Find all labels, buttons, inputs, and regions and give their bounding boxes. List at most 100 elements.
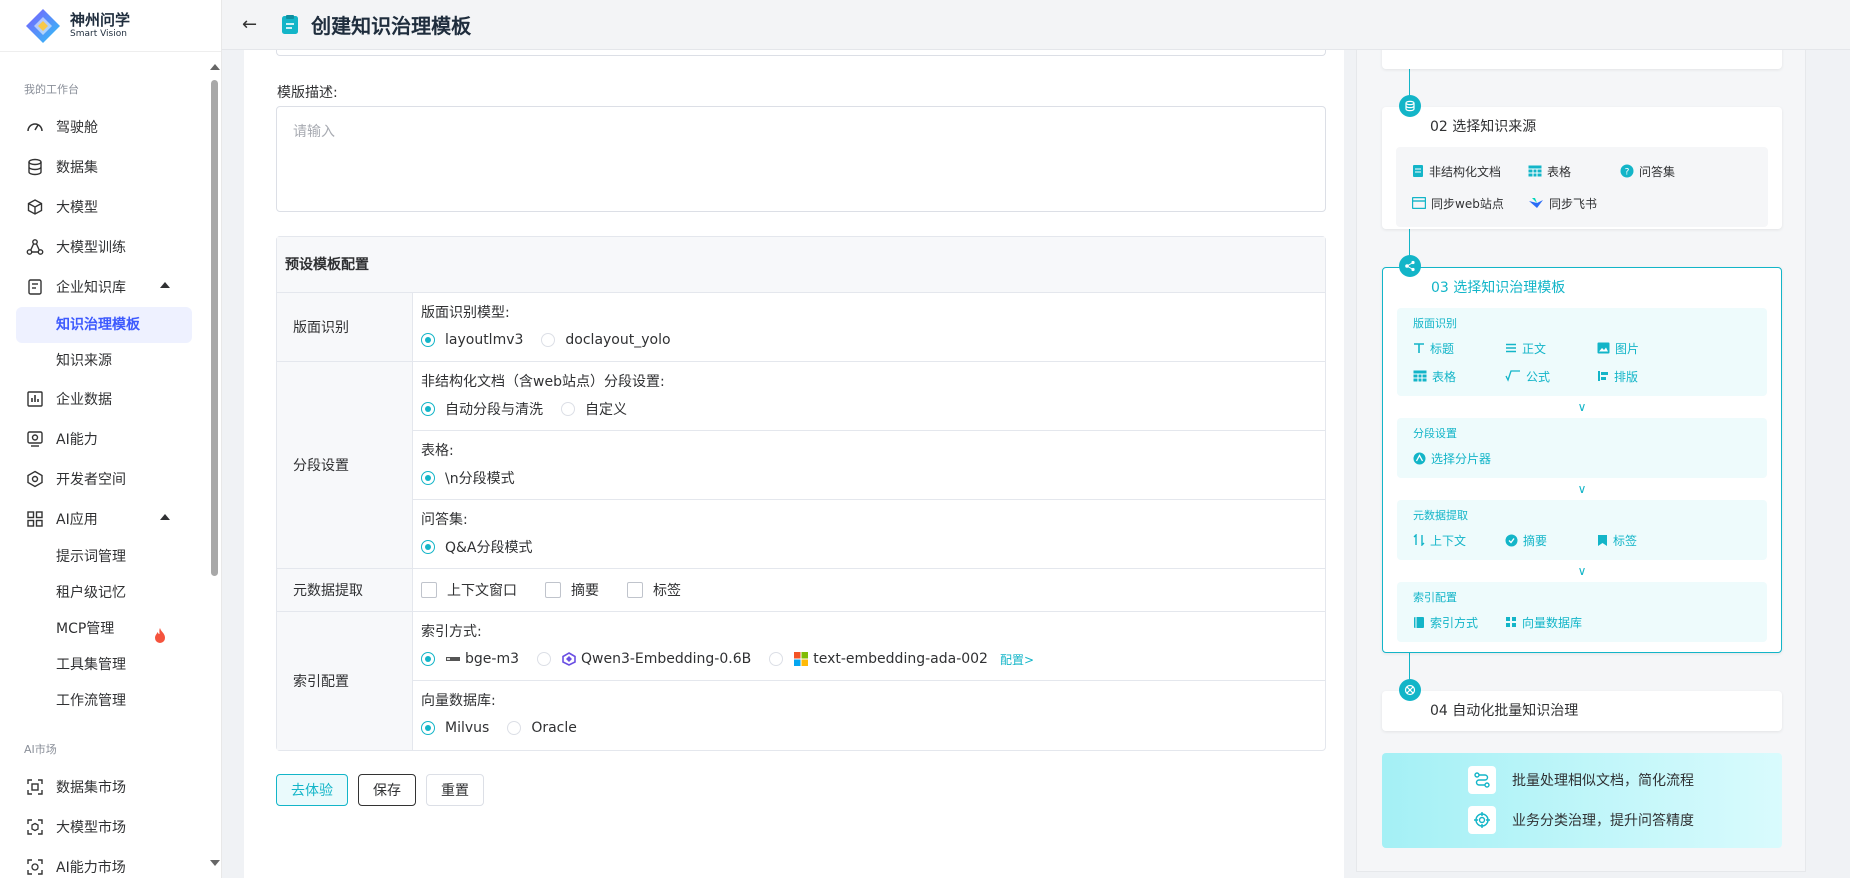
template-form: 模版描述: 请输入 预设模板配置 版面识别 版面识别模型: layoutlmv3… xyxy=(244,50,1344,878)
nav-item-enterprise-kb[interactable]: 企业知识库 xyxy=(0,267,206,307)
checkbox-context-window[interactable]: 上下文窗口 xyxy=(421,580,517,600)
nav-item-developer-space[interactable]: 开发者空间 xyxy=(0,459,206,499)
radio-doclayout-yolo[interactable]: doclayout_yolo xyxy=(541,332,671,348)
config-link[interactable]: 配置> xyxy=(1000,651,1034,668)
nav-sub-governance-template[interactable]: 知识治理模板 xyxy=(16,307,192,343)
metadata-label: 元数据提取 xyxy=(277,569,413,611)
sidebar: 神州问学 Smart Vision 我的工作台 驾驶舱 数据集 大模型 大模型训… xyxy=(0,0,222,878)
radio-checked-icon xyxy=(421,721,435,735)
radio-unchecked-icon xyxy=(561,402,575,416)
nav-item-dataset-market[interactable]: 数据集市场 xyxy=(0,767,206,807)
nav-sub-knowledge-source[interactable]: 知识来源 xyxy=(0,343,206,379)
nav-item-label: 企业数据 xyxy=(56,392,112,408)
index-label: 索引配置 xyxy=(277,612,413,750)
radio-label: 自定义 xyxy=(585,402,627,418)
radio-custom-segment[interactable]: 自定义 xyxy=(561,399,627,419)
source-web: 同步web站点 xyxy=(1412,187,1528,219)
radio-bge-m3[interactable]: bge-m3 xyxy=(421,651,519,667)
radio-label: bge-m3 xyxy=(465,651,519,667)
document-icon xyxy=(281,14,299,35)
scroll-down-icon[interactable] xyxy=(210,860,220,866)
radio-checked-icon xyxy=(421,652,435,666)
nav-sub-mcp-mgmt[interactable]: MCP管理 xyxy=(0,611,206,647)
scroll-up-icon[interactable] xyxy=(210,64,220,70)
summary-icon xyxy=(1505,534,1518,546)
sort-arrows-icon xyxy=(1413,534,1425,546)
promo-item-batch: 批量处理相似文档，简化流程 xyxy=(1468,766,1694,794)
reset-button[interactable]: 重置 xyxy=(426,774,484,806)
nav-item-label: 开发者空间 xyxy=(56,472,126,488)
svg-text:?: ? xyxy=(1625,168,1630,178)
promo-banner: 批量处理相似文档，简化流程 业务分类治理，提升问答精度 xyxy=(1382,753,1782,848)
nav-item-ai-capability[interactable]: AI能力 xyxy=(0,419,206,459)
radio-checked-icon xyxy=(421,333,435,347)
checkbox-label: 上下文窗口 xyxy=(447,583,517,599)
nav-sub-prompt-mgmt[interactable]: 提示词管理 xyxy=(0,539,206,575)
back-arrow-icon[interactable]: ← xyxy=(242,14,257,35)
nav-item-label: 企业知识库 xyxy=(56,280,126,296)
page-title: 创建知识治理模板 xyxy=(311,14,472,38)
checkbox-summary[interactable]: 摘要 xyxy=(545,580,599,600)
chart-icon xyxy=(26,390,44,408)
dashboard-icon xyxy=(26,118,44,136)
source-qa: ? 问答集 xyxy=(1620,155,1712,187)
collapse-caret-icon[interactable] xyxy=(160,282,170,288)
nav-item-ai-market[interactable]: AI能力市场 xyxy=(0,847,206,878)
source-feishu: 同步飞书 xyxy=(1528,187,1620,219)
description-textarea[interactable]: 请输入 xyxy=(276,106,1326,212)
step-3-card[interactable]: 03 选择知识治理模板 版面识别 标题 正文 图片 表格 公式 排版 ∨ 分段设… xyxy=(1382,267,1782,653)
collapse-caret-icon[interactable] xyxy=(160,514,170,520)
ai-capability-icon xyxy=(26,430,44,448)
radio-qwen3-embedding[interactable]: Qwen3-Embedding-0.6B xyxy=(536,651,751,667)
previous-input-edge[interactable] xyxy=(276,50,1326,56)
radio-layoutlmv3[interactable]: layoutlmv3 xyxy=(421,332,523,348)
radio-unchecked-icon xyxy=(507,721,522,735)
meta-summary-item: 摘要 xyxy=(1505,526,1597,554)
nav-item-cockpit[interactable]: 驾驶舱 xyxy=(0,107,206,147)
checkbox-tag[interactable]: 标签 xyxy=(627,580,681,600)
text-lines-icon xyxy=(1506,343,1516,353)
nav-item-label: 数据集 xyxy=(56,160,98,176)
nav-item-llm-training[interactable]: 大模型训练 xyxy=(0,227,206,267)
segment-label: 分段设置 xyxy=(277,362,413,568)
nav-item-llm[interactable]: 大模型 xyxy=(0,187,206,227)
splitter-icon xyxy=(1413,452,1426,464)
nav-item-enterprise-data[interactable]: 企业数据 xyxy=(0,379,206,419)
radio-newline-segment[interactable]: \n分段模式 xyxy=(421,468,515,488)
meta-context-item: 上下文 xyxy=(1413,526,1505,554)
nav-item-dataset[interactable]: 数据集 xyxy=(0,147,206,187)
index-row: 索引配置 索引方式: bge-m3 Qwen3-Embedding-0.6B t… xyxy=(277,612,1325,750)
nav-sub-workflow-mgmt[interactable]: 工作流管理 xyxy=(0,683,206,719)
step-4-card[interactable]: 04 自动化批量知识治理 xyxy=(1382,691,1782,731)
save-button[interactable]: 保存 xyxy=(358,774,416,806)
radio-milvus[interactable]: Milvus xyxy=(421,720,489,736)
browser-icon xyxy=(1412,197,1426,209)
nav-item-label: 驾驶舱 xyxy=(56,120,98,136)
qa-segment-label: 问答集: xyxy=(421,512,468,528)
nav-sub-tenant-memory[interactable]: 租户级记忆 xyxy=(0,575,206,611)
unstructured-segment-label: 非结构化文档（含web站点）分段设置: xyxy=(421,374,665,390)
layout-table-item: 表格 xyxy=(1413,362,1505,390)
nav-item-model-market[interactable]: 大模型市场 xyxy=(0,807,206,847)
layout-image-item: 图片 xyxy=(1597,334,1689,362)
layout-formula-item: 公式 xyxy=(1505,362,1597,390)
sidebar-scroll-thumb[interactable] xyxy=(211,80,218,576)
nav-item-label: 大模型训练 xyxy=(56,240,126,256)
apps-grid-icon xyxy=(26,510,44,528)
qwen-logo-icon xyxy=(562,652,576,666)
nav-item-ai-apps[interactable]: AI应用 xyxy=(0,499,206,539)
try-button[interactable]: 去体验 xyxy=(276,774,348,806)
target-icon xyxy=(1468,806,1496,834)
radio-auto-segment[interactable]: 自动分段与清洗 xyxy=(421,399,543,419)
meta-tag-item: 标签 xyxy=(1597,526,1689,554)
vector-db-label: 向量数据库: xyxy=(421,693,496,709)
nav-sub-toolset-mgmt[interactable]: 工具集管理 xyxy=(0,647,206,683)
radio-label: layoutlmv3 xyxy=(445,332,524,348)
microsoft-logo-icon xyxy=(794,652,809,666)
radio-oracle[interactable]: Oracle xyxy=(507,720,577,736)
radio-qa-segment[interactable]: Q&A分段模式 xyxy=(421,537,533,557)
radio-checked-icon xyxy=(421,540,435,554)
radio-text-embedding-ada[interactable]: text-embedding-ada-002 xyxy=(769,651,988,667)
brand-logo[interactable]: 神州问学 Smart Vision xyxy=(0,0,221,52)
step-2-card[interactable]: 02 选择知识来源 非结构化文档 表格 ? 问答集 同步web站点 同步飞书 xyxy=(1382,107,1782,229)
